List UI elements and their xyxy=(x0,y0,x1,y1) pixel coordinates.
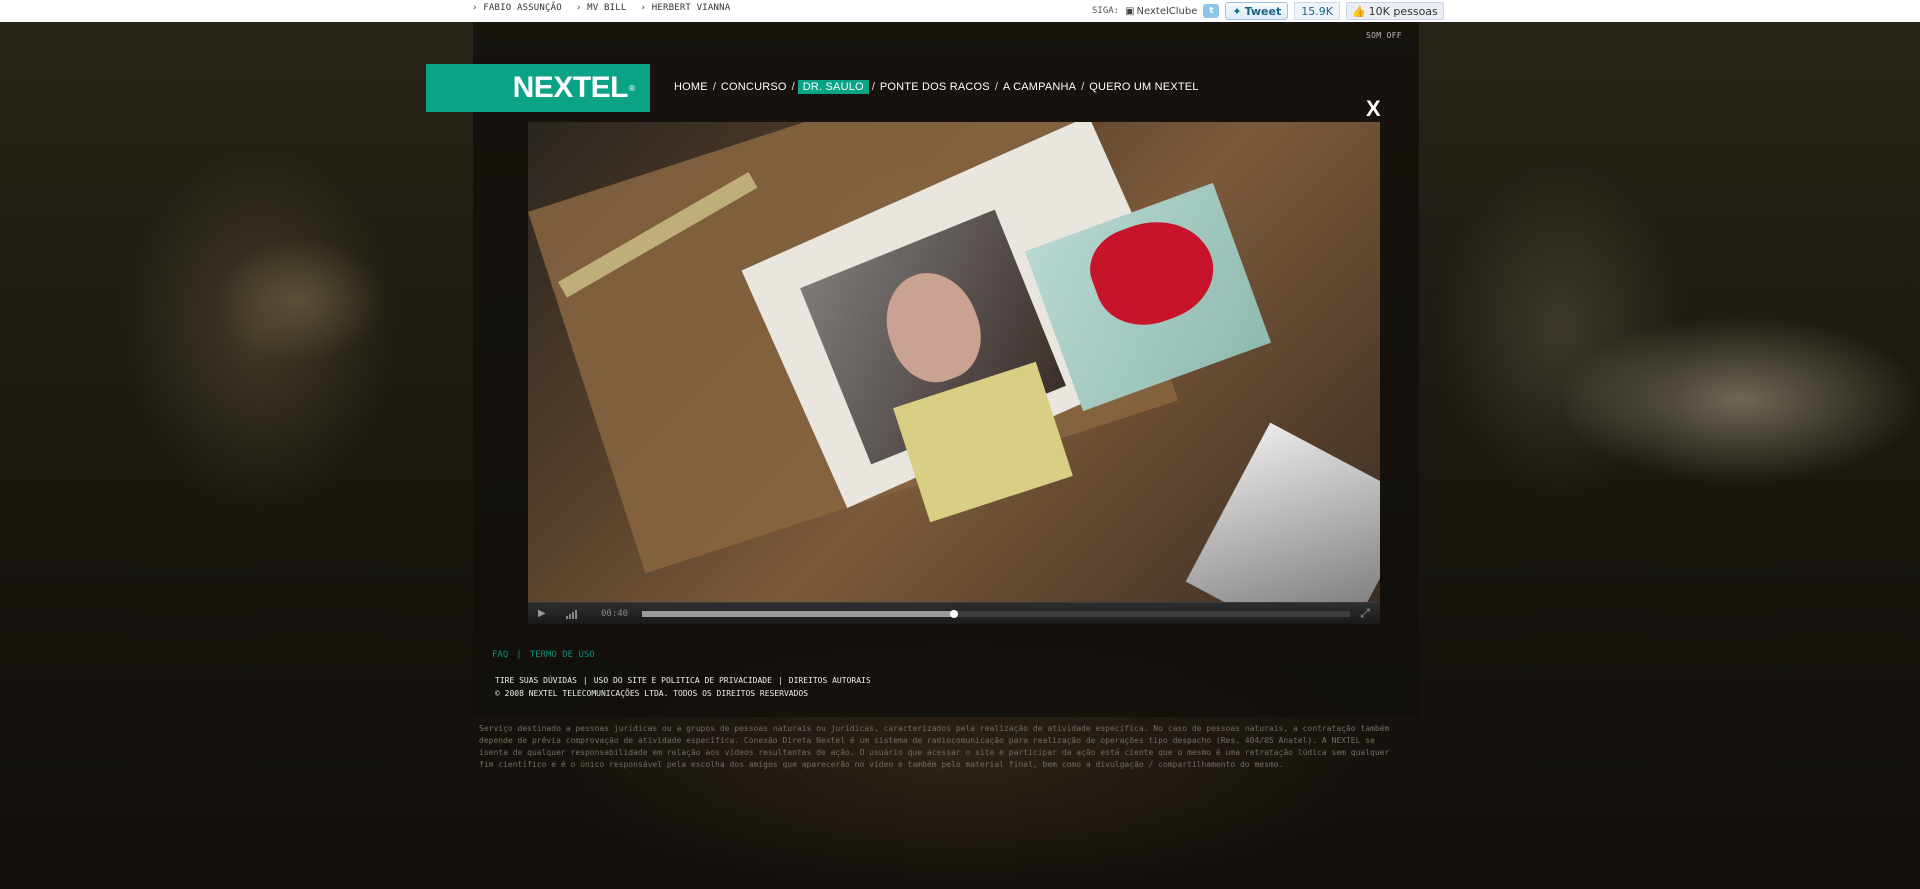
legal-links: TIRE SUAS DÚVIDAS | USO DO SITE E POLITI… xyxy=(495,676,871,685)
privacy-link[interactable]: USO DO SITE E POLITICA DE PRIVACIDADE xyxy=(594,676,772,685)
progress-knob[interactable] xyxy=(949,609,958,618)
thumbs-up-icon: 👍 xyxy=(1351,4,1366,18)
top-link-mvbill[interactable]: › MV BILL xyxy=(576,3,627,13)
close-video-button[interactable]: X xyxy=(1366,98,1381,120)
twitter-handle-text: NextelClube xyxy=(1136,5,1198,17)
nextel-logo[interactable]: NEXTEL ® xyxy=(426,64,650,112)
faq-separator: | xyxy=(516,650,522,660)
legal-separator: | xyxy=(582,676,588,685)
registered-mark: ® xyxy=(628,83,636,93)
direitos-autorais-link[interactable]: DIREITOS AUTORAIS xyxy=(789,676,871,685)
play-icon[interactable]: ▶ xyxy=(538,608,552,619)
progress-fill xyxy=(642,610,954,617)
top-celebrity-nav: › FABIO ASSUNÇÃO › MV BILL › HERBERT VIA… xyxy=(472,3,730,13)
top-bar: › FABIO ASSUNÇÃO › MV BILL › HERBERT VIA… xyxy=(0,0,1920,22)
twitter-handle[interactable]: ▣ NextelClube xyxy=(1125,6,1197,17)
faq-link[interactable]: FAQ xyxy=(492,650,508,660)
tweet-label: Tweet xyxy=(1244,4,1282,18)
logo-text: NEXTEL xyxy=(512,71,629,104)
nav-ponte-dos-racos[interactable]: PONTE DOS RACOS xyxy=(878,80,992,94)
nav-separator: / xyxy=(871,81,875,93)
nav-separator: / xyxy=(994,81,998,93)
tire-duvidas-link[interactable]: TIRE SUAS DÚVIDAS xyxy=(495,676,577,685)
nav-concurso[interactable]: CONCURSO xyxy=(719,80,789,94)
twitter-small-icon: ▣ xyxy=(1125,5,1135,17)
nav-separator: / xyxy=(791,81,795,93)
tweet-bird-icon: ✦ xyxy=(1232,4,1242,18)
facebook-like-button[interactable]: 👍 10K pessoas xyxy=(1345,2,1444,20)
nav-quero-um-nextel[interactable]: QUERO UM NEXTEL xyxy=(1087,80,1200,94)
tweet-button[interactable]: ✦ Tweet xyxy=(1225,2,1289,20)
termo-de-uso-link[interactable]: TERMO DE USO xyxy=(530,650,595,660)
time-display: 00:40 xyxy=(601,608,629,619)
main-nav: HOME / CONCURSO / DR. SAULO / PONTE DOS … xyxy=(672,80,1201,94)
tweet-count: 15.9K xyxy=(1294,2,1340,20)
progress-bar[interactable] xyxy=(642,609,1351,618)
top-link-fabio[interactable]: › FABIO ASSUNÇÃO xyxy=(472,3,562,13)
nav-home[interactable]: HOME xyxy=(672,80,710,94)
video-frame[interactable] xyxy=(528,122,1380,602)
video-controls: ▶ 00:40 ⤢ xyxy=(528,602,1380,624)
legal-separator: | xyxy=(777,676,783,685)
legal-disclaimer: Serviço destinado a pessoas jurídicas ou… xyxy=(479,724,1390,769)
sound-off-toggle[interactable]: SOM OFF xyxy=(1366,31,1402,40)
nav-separator: / xyxy=(1081,81,1085,93)
volume-icon[interactable] xyxy=(566,609,577,619)
top-link-herbert[interactable]: › HERBERT VIANNA xyxy=(640,3,730,13)
faq-row: FAQ | TERMO DE USO xyxy=(492,650,595,660)
nav-separator: / xyxy=(712,81,716,93)
siga-label: SIGA: xyxy=(1092,6,1120,16)
nav-a-campanha[interactable]: A CAMPANHA xyxy=(1001,80,1078,94)
copyright-text: © 2008 NEXTEL TELECOMUNICAÇÕES LTDA. TOD… xyxy=(495,689,809,698)
like-count-label: 10K pessoas xyxy=(1368,4,1438,18)
fullscreen-icon[interactable]: ⤢ xyxy=(1360,606,1370,621)
nav-dr-saulo[interactable]: DR. SAULO xyxy=(797,80,869,94)
twitter-bird-icon[interactable]: t xyxy=(1203,4,1220,18)
social-bar: SIGA: ▣ NextelClube t ✦ Tweet 15.9K 👍 10… xyxy=(1092,2,1444,20)
video-corner-photo-shape xyxy=(1185,422,1380,602)
